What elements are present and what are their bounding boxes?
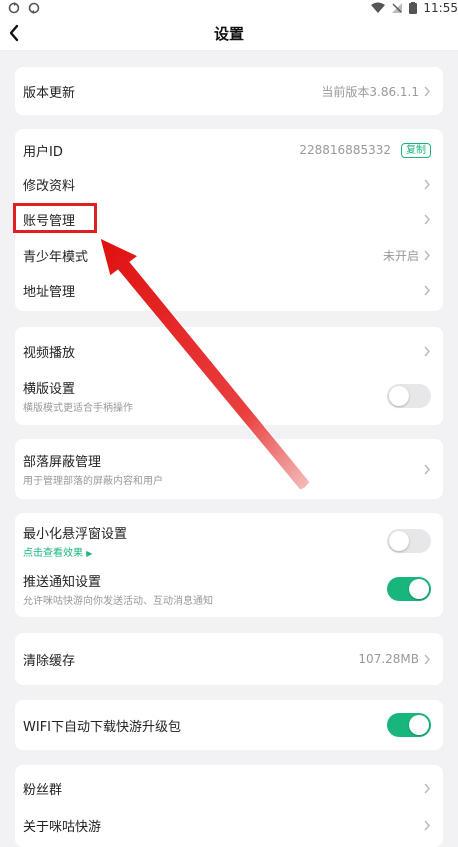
tribe-card: 部落屏蔽管理 用于管理部落的屏蔽内容和用户: [15, 439, 443, 499]
copy-button[interactable]: 复制: [401, 142, 431, 158]
wifi-icon: [371, 2, 386, 13]
chevron-right-icon: [424, 285, 431, 295]
landscape-sub: 横版模式更适合手柄操作: [23, 403, 133, 414]
chevron-right-icon: [424, 654, 431, 664]
sync-icon: [8, 2, 20, 14]
edit-profile-row[interactable]: 修改资料: [15, 167, 443, 202]
youth-mode-value: 未开启: [382, 248, 419, 263]
fans-group-label: 粉丝群: [23, 782, 63, 798]
push-notify-label: 推送通知设置: [23, 575, 102, 590]
youth-mode-row[interactable]: 青少年模式 未开启: [15, 237, 443, 273]
clear-cache-row[interactable]: 清除缓存 107.28MB: [15, 633, 443, 685]
user-id-label: 用户ID: [23, 144, 63, 160]
about-row[interactable]: 关于咪咕快游: [15, 807, 443, 843]
chevron-right-icon: [424, 86, 431, 96]
chevron-right-icon: [424, 464, 431, 474]
push-notify-toggle[interactable]: [387, 577, 431, 601]
address-manage-row[interactable]: 地址管理: [15, 273, 443, 307]
push-notify-sub: 允许咪咕快游向你发送活动、互动消息通知: [23, 596, 213, 607]
version-update-row[interactable]: 版本更新 当前版本3.86.1.1: [15, 67, 443, 115]
chevron-right-icon: [424, 250, 431, 260]
about-label: 关于咪咕快游: [23, 819, 102, 835]
float-card: 最小化悬浮窗设置 点击查看效果 ▶ 推送通知设置 允许咪咕快游向你发送活动、互动…: [15, 513, 443, 617]
no-signal-icon: [392, 3, 403, 13]
wifi-card: WIFI下自动下载快游升级包: [15, 700, 443, 750]
chevron-right-icon: [424, 820, 431, 830]
video-play-row[interactable]: 视频播放: [15, 331, 443, 371]
float-window-sub[interactable]: 点击查看效果 ▶: [23, 544, 127, 559]
battery-icon: [409, 2, 418, 14]
version-card: 版本更新 当前版本3.86.1.1: [15, 67, 443, 115]
landscape-row: 横版设置 横版模式更适合手柄操作: [15, 371, 443, 421]
tribe-block-sub: 用于管理部落的屏蔽内容和用户: [23, 476, 163, 487]
play-triangle-icon: ▶: [86, 549, 93, 558]
chevron-right-icon: [424, 346, 431, 356]
edit-profile-label: 修改资料: [23, 179, 76, 194]
sync-icon-2: [28, 2, 40, 14]
current-version-value: 当前版本3.86.1.1: [321, 84, 419, 99]
push-notify-row: 推送通知设置 允许咪咕快游向你发送活动、互动消息通知: [15, 565, 443, 613]
status-bar: 11:55: [0, 0, 458, 16]
cache-card: 清除缓存 107.28MB: [15, 633, 443, 685]
video-card: 视频播放 横版设置 横版模式更适合手柄操作: [15, 327, 443, 425]
float-window-toggle[interactable]: [387, 529, 431, 553]
status-time: 11:55: [423, 1, 458, 15]
settings-list: 版本更新 当前版本3.86.1.1 用户ID 228816885332 复制 修…: [0, 67, 458, 847]
float-window-row: 最小化悬浮窗设置 点击查看效果 ▶: [15, 517, 443, 565]
annotation-highlight-box: [13, 203, 97, 233]
chevron-right-icon: [424, 179, 431, 190]
video-play-label: 视频播放: [23, 345, 76, 361]
cache-size-value: 107.28MB: [358, 652, 419, 666]
tribe-block-label: 部落屏蔽管理: [23, 455, 102, 470]
nav-bar: 设置: [0, 16, 458, 51]
page-title: 设置: [213, 25, 244, 43]
chevron-right-icon: [424, 783, 431, 793]
version-update-label: 版本更新: [23, 85, 76, 101]
more-card: 粉丝群 关于咪咕快游: [15, 765, 443, 847]
wifi-download-toggle[interactable]: [387, 713, 431, 737]
landscape-toggle[interactable]: [387, 384, 431, 408]
youth-mode-label: 青少年模式: [23, 249, 89, 265]
user-id-value: 228816885332: [299, 143, 391, 157]
float-window-label: 最小化悬浮窗设置: [23, 527, 128, 542]
fans-group-row[interactable]: 粉丝群: [15, 769, 443, 807]
wifi-download-label: WIFI下自动下载快游升级包: [23, 719, 181, 735]
user-id-row: 用户ID 228816885332 复制: [15, 133, 443, 167]
address-manage-label: 地址管理: [23, 284, 76, 300]
float-window-sub-text: 点击查看效果: [23, 548, 83, 559]
chevron-right-icon: [424, 214, 431, 225]
wifi-download-row: WIFI下自动下载快游升级包: [15, 700, 443, 750]
tribe-block-row[interactable]: 部落屏蔽管理 用于管理部落的屏蔽内容和用户: [15, 443, 443, 495]
landscape-label: 横版设置: [23, 382, 76, 397]
clear-cache-label: 清除缓存: [23, 653, 76, 669]
